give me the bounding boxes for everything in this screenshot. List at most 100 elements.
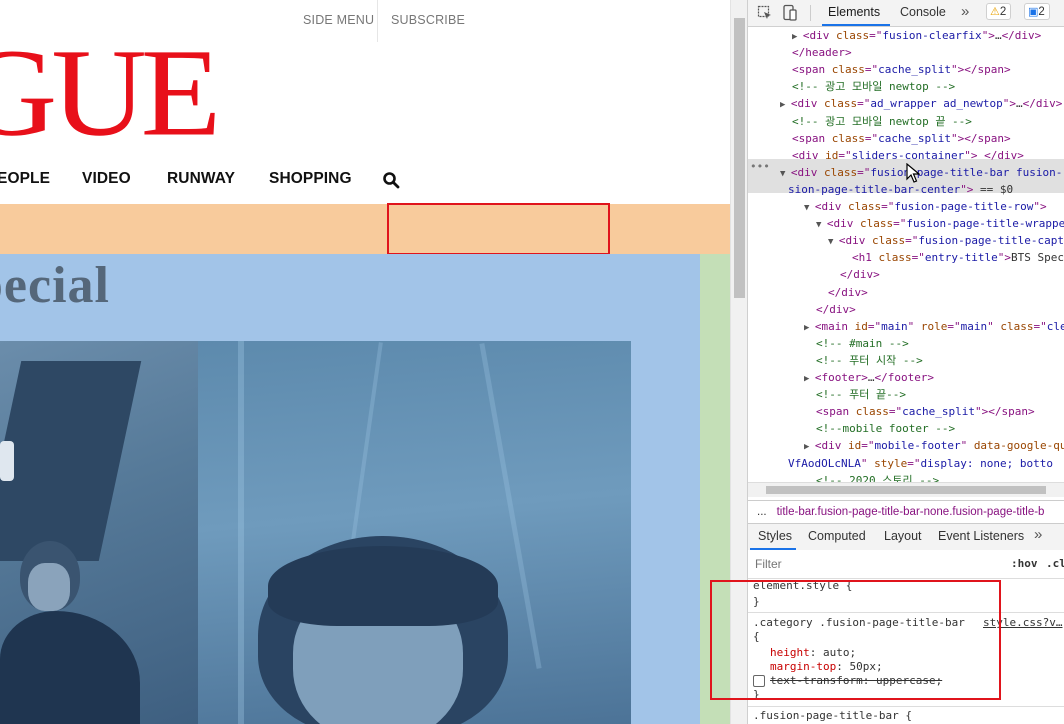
breadcrumb-more[interactable]: ...: [757, 506, 767, 518]
dom-token: ">: [1002, 97, 1017, 111]
tab-layout[interactable]: Layout: [884, 529, 922, 543]
dom-node-line[interactable]: <!-- 2020 스토리 -->: [816, 472, 939, 482]
dom-horizontal-scrollbar-thumb[interactable]: [766, 486, 1046, 494]
dom-token: <!--mobile footer -->: [816, 422, 956, 436]
dom-token: fusion-page-title-row: [894, 200, 1034, 213]
tab-event-listeners[interactable]: Event Listeners: [938, 529, 1024, 543]
expand-toggle-icon[interactable]: ▶: [792, 32, 803, 42]
tab-elements[interactable]: Elements: [828, 5, 880, 19]
highlighted-margin-bar: [0, 204, 730, 254]
hover-state-toggle[interactable]: :hov: [1011, 557, 1038, 570]
dom-token: </div>: [1001, 29, 1042, 42]
dom-node-line[interactable]: <h1 class="entry-title">BTS Speci: [852, 249, 1064, 266]
dom-node-line[interactable]: </div>: [840, 266, 880, 283]
tab-styles[interactable]: Styles: [758, 529, 792, 543]
dom-token: </div>: [828, 285, 868, 299]
dom-token: ad_wrapper ad_newtop: [870, 97, 1003, 111]
dom-token: sion-page-title-bar-center: [788, 182, 961, 196]
dom-node-line[interactable]: </div>: [828, 284, 868, 301]
nav-shopping[interactable]: SHOPPING: [269, 170, 352, 188]
dom-token: <span: [816, 405, 856, 419]
expand-toggle-icon[interactable]: ▶: [804, 442, 815, 452]
search-icon[interactable]: [382, 171, 400, 189]
dom-node-line[interactable]: <span class="cache_split"></span>: [792, 130, 1011, 147]
more-style-tabs-button[interactable]: »: [1034, 526, 1042, 543]
dom-token: ">: [981, 29, 995, 42]
dom-token: fusion-page-title-captio: [918, 234, 1064, 248]
dom-node-line[interactable]: </div>: [816, 301, 856, 318]
more-tabs-button[interactable]: »: [961, 3, 969, 20]
warnings-badge[interactable]: ⚠2: [986, 3, 1012, 20]
expand-toggle-icon[interactable]: ▼: [816, 220, 827, 230]
dom-node-line[interactable]: <!-- 푸터 끝-->: [816, 386, 906, 403]
device-toolbar-icon[interactable]: [782, 4, 798, 22]
dom-node-line[interactable]: VfAodOLcNLA" style="display: none; botto: [788, 455, 1053, 472]
dom-node-line[interactable]: ▶ <footer>…</footer>: [804, 369, 934, 386]
tab-console[interactable]: Console: [900, 5, 946, 19]
dom-node-line[interactable]: <!-- #main -->: [816, 335, 909, 352]
page-scrollbar-thumb[interactable]: [734, 18, 745, 298]
dom-token: "></span>: [974, 405, 1035, 419]
dom-token: =": [867, 319, 882, 333]
dom-token: =": [864, 63, 879, 77]
expand-toggle-icon[interactable]: ▶: [804, 374, 815, 384]
dom-node-line[interactable]: ▶ <div class="ad_wrapper ad_newtop">…</d…: [780, 95, 1062, 112]
dom-node-line[interactable]: <!--mobile footer -->: [816, 420, 955, 437]
subscribe-link[interactable]: SUBSCRIBE: [391, 13, 465, 27]
dom-token: </div>: [816, 302, 856, 316]
dom-token: =": [905, 234, 919, 248]
dom-token: =": [864, 131, 879, 145]
dom-token: ": [860, 456, 875, 470]
inspect-element-icon[interactable]: [757, 5, 773, 21]
expand-toggle-icon[interactable]: ▼: [804, 203, 815, 213]
nav-people[interactable]: EOPLE: [0, 170, 50, 188]
dom-node-line[interactable]: sion-page-title-bar-center"> == $0: [788, 181, 1013, 198]
dom-token: <div: [814, 439, 848, 453]
dom-token: =": [857, 165, 871, 179]
dom-node-line[interactable]: ▶ <main id="main" role="main" class="cle…: [804, 318, 1064, 335]
dom-node-line[interactable]: ▼ <div class="fusion-page-title-wrapper: [816, 215, 1064, 232]
dom-token: <div: [792, 148, 826, 162]
dom-node-line[interactable]: ▶ <div id="mobile-footer" data-google-qu…: [804, 437, 1064, 454]
messages-count: 2: [1038, 6, 1045, 18]
dom-node-line[interactable]: ▼ <div class="fusion-page-title-captio: [828, 232, 1064, 249]
dom-token: "> </div>: [964, 148, 1024, 162]
node-actions-icon[interactable]: •••: [750, 160, 770, 173]
nav-video[interactable]: VIDEO: [82, 170, 131, 188]
photo-left[interactable]: [0, 341, 198, 724]
expand-toggle-icon[interactable]: ▶: [780, 100, 791, 110]
class-toggle[interactable]: .cl: [1046, 557, 1064, 570]
dom-breadcrumb[interactable]: ... title-bar.fusion-page-title-bar-none.…: [748, 500, 1064, 523]
dom-horizontal-scrollbar[interactable]: [748, 482, 1064, 497]
nav-runway[interactable]: RUNWAY: [167, 170, 235, 188]
expand-toggle-icon[interactable]: ▼: [828, 237, 839, 247]
styles-filter-input[interactable]: [751, 554, 1009, 574]
breadcrumb-path[interactable]: title-bar.fusion-page-title-bar-none.fus…: [777, 506, 1045, 518]
dom-node-line[interactable]: <!-- 광고 모바일 newtop 끝 -->: [792, 113, 972, 130]
dom-token: …: [994, 29, 1002, 42]
messages-badge[interactable]: ▣2: [1024, 3, 1050, 20]
photo-right[interactable]: [198, 341, 631, 724]
dom-tree[interactable]: ••• ▶ <div class="fusion-clearfix">…</di…: [748, 26, 1064, 482]
dom-node-line[interactable]: <div id="sliders-container"> </div>: [792, 147, 1024, 164]
expand-toggle-icon[interactable]: ▶: [804, 323, 815, 333]
dom-node-line[interactable]: </header>: [792, 44, 852, 61]
dom-token: entry-title: [924, 251, 998, 265]
dom-token: class: [1000, 319, 1034, 333]
dom-node-line[interactable]: <span class="cache_split"></span>: [816, 403, 1035, 420]
dom-node-line[interactable]: <!-- 푸터 시작 -->: [816, 352, 923, 369]
toolbar-divider: [810, 5, 811, 21]
dom-node-line[interactable]: ▶ <div class="fusion-clearfix">…</div>: [792, 27, 1041, 44]
next-rule-selector[interactable]: .fusion-page-title-bar {: [753, 709, 912, 723]
expand-toggle-icon[interactable]: ▼: [780, 169, 791, 179]
dom-node-line[interactable]: ▼ <div class="fusion-page-title-bar fusi…: [780, 164, 1062, 181]
dom-node-line[interactable]: <!-- 광고 모바일 newtop -->: [792, 78, 955, 95]
tab-computed[interactable]: Computed: [808, 529, 866, 543]
dom-node-line[interactable]: <span class="cache_split"></span>: [792, 61, 1011, 78]
side-menu-link[interactable]: SIDE MENU: [303, 13, 374, 27]
dom-token: class: [855, 405, 889, 419]
dom-token: class: [831, 63, 865, 77]
vogue-logo[interactable]: GUE: [0, 30, 221, 155]
dom-node-line[interactable]: ▼ <div class="fusion-page-title-row">: [804, 198, 1047, 215]
warning-icon: ⚠: [990, 6, 1000, 18]
